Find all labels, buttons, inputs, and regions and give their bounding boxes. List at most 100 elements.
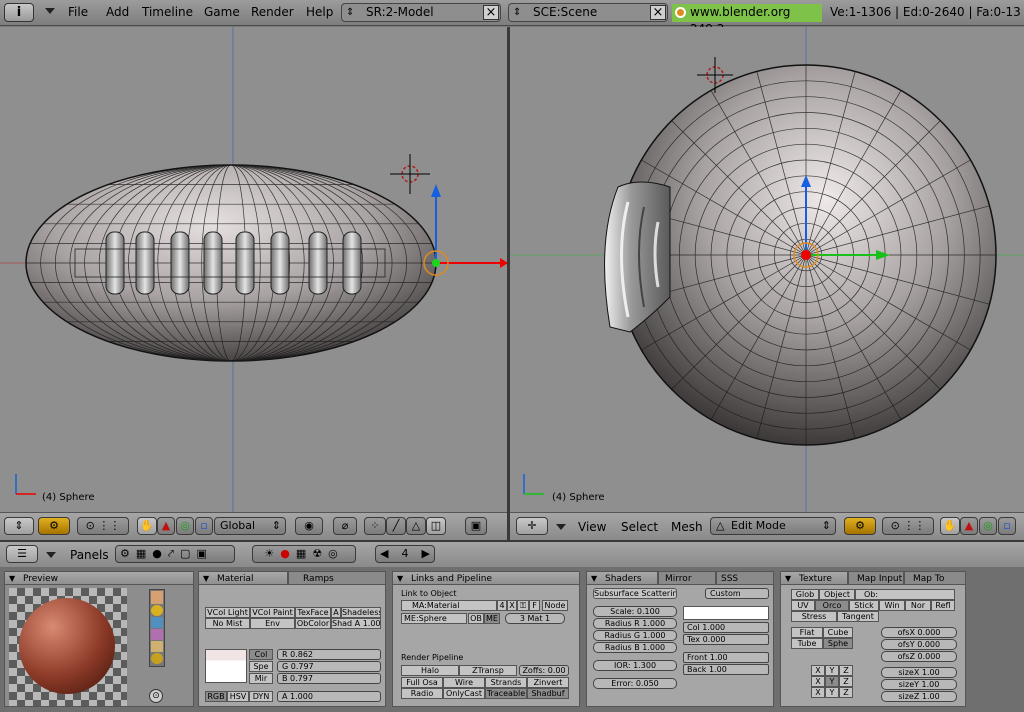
close-icon[interactable]: ×: [650, 5, 666, 20]
object-toggle[interactable]: Object: [819, 589, 855, 600]
col-slider[interactable]: Col 1.000: [683, 622, 769, 633]
ofsx-field[interactable]: ofsX 0.000: [881, 627, 957, 638]
view-draw-toggle[interactable]: ⊙ ⋮⋮: [882, 517, 934, 535]
radius-g-field[interactable]: Radius G 1.000: [593, 630, 677, 641]
preview-panel-header[interactable]: ▼ Preview: [4, 571, 194, 585]
hsv-toggle[interactable]: HSV: [227, 691, 249, 702]
shaders-tab[interactable]: ▼ Shaders: [586, 571, 658, 585]
proj-y-toggle[interactable]: Y: [825, 665, 839, 676]
color-swatches[interactable]: [205, 649, 247, 683]
orientation-value[interactable]: Global: [220, 519, 255, 532]
ob-link-button[interactable]: OB: [468, 613, 484, 624]
radio-toggle[interactable]: Radio: [401, 688, 443, 699]
uv-toggle[interactable]: UV: [791, 600, 815, 611]
frame-counter[interactable]: ◀ 4 ▶: [375, 545, 435, 563]
proj-z-toggle-3[interactable]: Z: [839, 687, 853, 698]
refl-toggle[interactable]: Refl: [931, 600, 955, 611]
mir-button[interactable]: Mir: [249, 673, 273, 684]
frame-value[interactable]: 4: [402, 547, 409, 560]
sphe-toggle[interactable]: Sphe: [823, 638, 853, 649]
b-slider[interactable]: B 0.797: [277, 673, 381, 684]
alpha-value[interactable]: A 1.000: [282, 692, 313, 701]
r-slider[interactable]: R 0.862: [277, 649, 381, 660]
buttons-window-icon[interactable]: ☰: [6, 545, 38, 563]
b-value[interactable]: B 0.797: [282, 674, 313, 683]
mirror-trans-tab[interactable]: Mirror Trans: [658, 571, 716, 598]
win-toggle[interactable]: Win: [879, 600, 905, 611]
edge-select-icon[interactable]: ╱: [386, 517, 406, 535]
panels-menu[interactable]: Panels: [70, 548, 109, 562]
shadbuf-toggle[interactable]: Shadbuf: [527, 688, 569, 699]
cube-toggle[interactable]: Cube: [823, 627, 853, 638]
vcol-paint-toggle[interactable]: VCol Paint: [250, 607, 295, 618]
ofsz-field[interactable]: ofsZ 0.000: [881, 651, 957, 662]
env-toggle[interactable]: Env: [250, 618, 295, 629]
ramps-tab-label[interactable]: Ramps: [303, 574, 334, 584]
grab-hand-icon[interactable]: ✋: [940, 517, 960, 535]
preview-render-icon[interactable]: ⊙: [149, 689, 163, 703]
glob-toggle[interactable]: Glob: [791, 589, 819, 600]
subsurface-scattering-toggle[interactable]: Subsurface Scattering: [593, 588, 677, 599]
screen-name[interactable]: SR:2-Model: [366, 5, 434, 19]
material-tab-label[interactable]: Material: [217, 574, 254, 584]
proj-y-toggle-2[interactable]: Y: [825, 676, 839, 687]
collapse-menu-icon[interactable]: [45, 8, 55, 14]
pivot-icon[interactable]: ◉: [295, 517, 323, 535]
g-slider[interactable]: G 0.797: [277, 661, 381, 672]
map-input-tab-label[interactable]: Map Input: [857, 574, 902, 584]
orco-toggle[interactable]: Orco: [815, 600, 849, 611]
r-value[interactable]: R 0.862: [282, 650, 313, 659]
spe-button[interactable]: Spe: [249, 661, 273, 672]
ob-field[interactable]: Ob:: [855, 589, 955, 600]
scene-browse-icon[interactable]: ⇕: [513, 7, 521, 18]
scene-selector[interactable]: ⇕ SCE:Scene ×: [508, 3, 668, 22]
translate-icon[interactable]: ▲: [960, 517, 978, 535]
stress-toggle[interactable]: Stress: [791, 611, 837, 622]
sizex-field[interactable]: sizeX 1.00: [881, 667, 957, 678]
tube-toggle[interactable]: Tube: [791, 638, 823, 649]
shading-icon[interactable]: ⚙: [844, 517, 876, 535]
proj-y-toggle-3[interactable]: Y: [825, 687, 839, 698]
scale-icon[interactable]: ▫: [998, 517, 1016, 535]
football-mesh-view[interactable]: [0, 27, 507, 512]
ztransp-toggle[interactable]: ZTransp: [459, 665, 517, 676]
info-icon[interactable]: i: [4, 3, 34, 22]
menu-help[interactable]: Help: [306, 5, 333, 19]
unlink-material-button[interactable]: X: [507, 600, 517, 611]
ofsy-field[interactable]: ofsY 0.000: [881, 639, 957, 650]
halo-toggle[interactable]: Halo: [401, 665, 459, 676]
links-pipeline-header[interactable]: ▼ Links and Pipeline: [392, 571, 580, 585]
context-icons[interactable]: ⚙▦●⤤▢▣: [115, 545, 235, 563]
menu-select[interactable]: Select: [621, 520, 658, 534]
grab-hand-icon[interactable]: ✋: [137, 517, 157, 535]
collapse-menu-icon[interactable]: [46, 552, 56, 558]
tex-slider[interactable]: Tex 0.000: [683, 634, 769, 645]
zoffs-field[interactable]: Zoffs: 0.00: [519, 665, 569, 676]
vcol-light-toggle[interactable]: VCol Light: [205, 607, 250, 618]
g-value[interactable]: G 0.797: [282, 662, 314, 671]
sizez-field[interactable]: sizeZ 1.00: [881, 691, 957, 702]
fake-user-button[interactable]: F: [529, 600, 540, 611]
front-slider[interactable]: Front 1.00: [683, 652, 769, 663]
proj-z-toggle-2[interactable]: Z: [839, 676, 853, 687]
radius-b-field[interactable]: Radius B 1.000: [593, 642, 677, 653]
view3d-window-icon[interactable]: ✛: [516, 517, 548, 535]
menu-timeline[interactable]: Timeline: [142, 5, 193, 19]
wire-toggle[interactable]: Wire: [443, 677, 485, 688]
menu-view[interactable]: View: [578, 520, 606, 534]
right-3d-viewport[interactable]: (4) Sphere: [510, 27, 1024, 512]
preview-cube-icon[interactable]: [151, 617, 163, 628]
tangent-toggle[interactable]: Tangent: [837, 611, 879, 622]
fake-user-icon[interactable]: ⚿: [517, 600, 529, 611]
subcontext-icons[interactable]: ☀●▦☢◎: [252, 545, 356, 563]
view-draw-toggle[interactable]: ⊙ ⋮⋮: [77, 517, 129, 535]
proj-x-toggle-3[interactable]: X: [811, 687, 825, 698]
preview-sphere-icon[interactable]: [151, 605, 163, 616]
nor-toggle[interactable]: Nor: [905, 600, 931, 611]
no-mist-toggle[interactable]: No Mist: [205, 618, 250, 629]
object-mode-icon[interactable]: ⚙: [38, 517, 70, 535]
shadeless-toggle[interactable]: Shadeless: [341, 607, 381, 618]
traceable-toggle[interactable]: Traceable: [485, 688, 527, 699]
sss-preset-select[interactable]: Custom: [705, 588, 769, 599]
render-view-icon[interactable]: ▣: [465, 517, 487, 535]
